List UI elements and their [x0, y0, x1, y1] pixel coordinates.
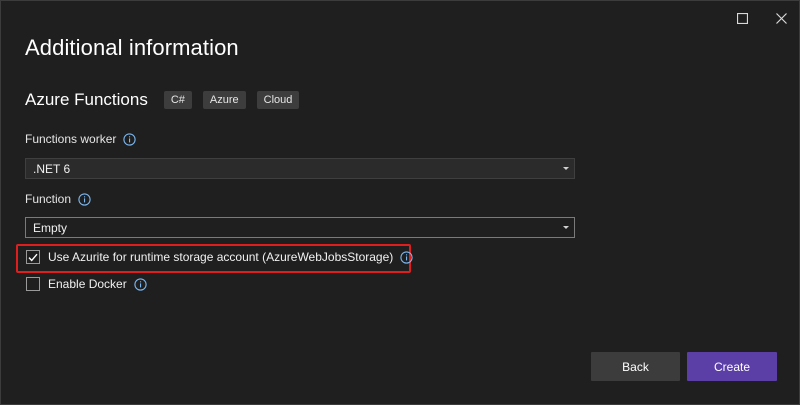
- maximize-icon: [736, 12, 748, 24]
- info-icon[interactable]: [78, 192, 91, 206]
- enable-docker-label: Enable Docker: [48, 277, 127, 291]
- use-azurite-label: Use Azurite for runtime storage account …: [48, 250, 394, 264]
- create-button[interactable]: Create: [687, 352, 777, 381]
- project-name: Azure Functions: [25, 90, 148, 109]
- functions-worker-label: Functions worker: [25, 132, 117, 146]
- maximize-button[interactable]: [728, 7, 756, 29]
- close-icon: [775, 12, 787, 24]
- functions-worker-value: .NET 6: [33, 161, 71, 176]
- function-label: Function: [25, 192, 72, 206]
- function-label-row: Function: [25, 192, 91, 206]
- project-header: Azure Functions C# Azure Cloud: [25, 90, 310, 110]
- checkmark-icon: [28, 253, 38, 261]
- use-azurite-checkbox[interactable]: [26, 250, 40, 264]
- back-button[interactable]: Back: [591, 352, 680, 381]
- enable-docker-option: Enable Docker: [26, 277, 147, 291]
- dialog-title: Additional information: [25, 35, 239, 60]
- enable-docker-checkbox[interactable]: [26, 277, 40, 291]
- use-azurite-option: Use Azurite for runtime storage account …: [26, 250, 413, 264]
- functions-worker-select[interactable]: .NET 6: [25, 158, 575, 179]
- tag-azure: Azure: [202, 91, 246, 109]
- function-value: Empty: [33, 220, 68, 235]
- chevron-down-icon: [563, 167, 569, 170]
- info-icon[interactable]: [134, 277, 147, 291]
- tag-csharp: C#: [163, 91, 192, 109]
- dialog-window: Additional information Azure Functions C…: [0, 0, 800, 405]
- functions-worker-label-row: Functions worker: [25, 132, 137, 146]
- info-icon[interactable]: [123, 132, 137, 146]
- info-icon[interactable]: [400, 250, 413, 264]
- chevron-down-icon: [563, 226, 569, 229]
- close-button[interactable]: [767, 7, 795, 29]
- tag-cloud: Cloud: [256, 91, 300, 109]
- function-select[interactable]: Empty: [25, 217, 575, 238]
